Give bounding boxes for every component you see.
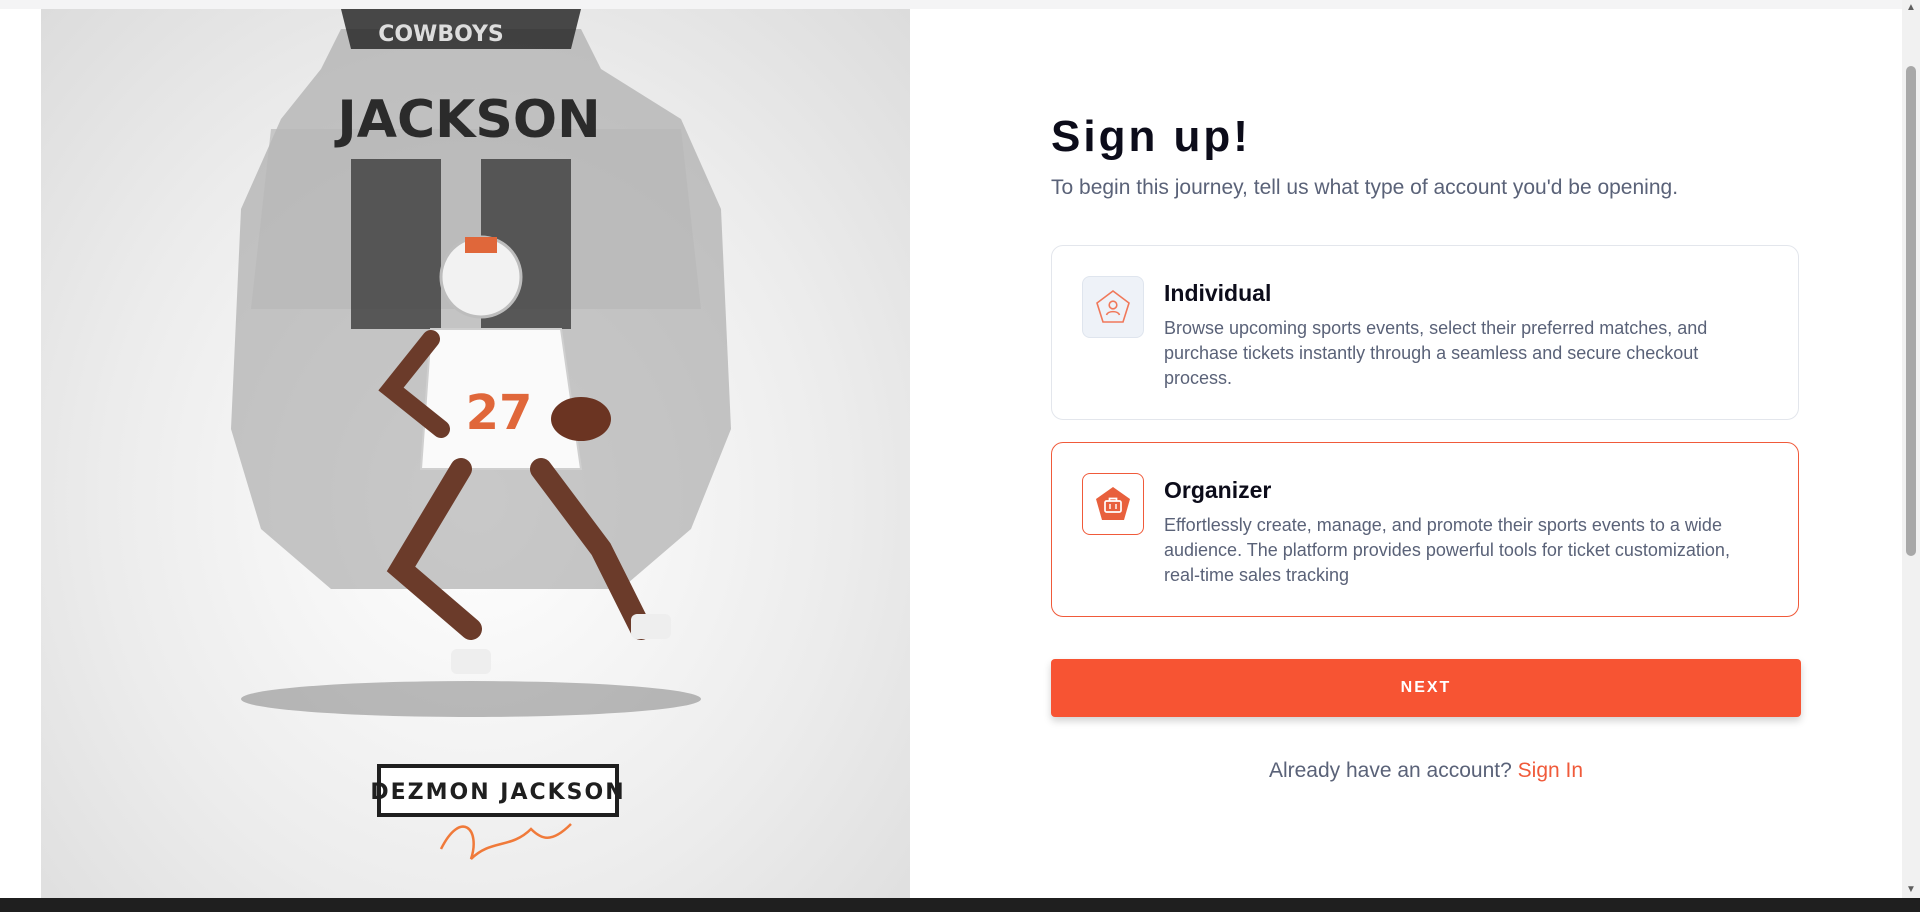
individual-description: Browse upcoming sports events, select th… <box>1164 318 1708 388</box>
hero-image: COWBOYS JACKSON 27 DEZMON JACKSON <box>41 9 910 898</box>
signin-link[interactable]: Sign In <box>1518 759 1583 782</box>
hero-name-plate: DEZMON JACKSON <box>370 780 625 805</box>
bottom-bar <box>0 898 1920 912</box>
individual-title: Individual <box>1164 280 1272 306</box>
next-button[interactable]: NEXT <box>1051 659 1801 717</box>
scroll-down-arrow-icon[interactable]: ▼ <box>1906 885 1916 895</box>
vertical-scrollbar[interactable]: ▲ ▼ <box>1902 0 1920 898</box>
hero-illustration: COWBOYS JACKSON 27 DEZMON JACKSON <box>231 9 731 860</box>
account-option-organizer[interactable]: Organizer Effortlessly create, manage, a… <box>1051 442 1799 617</box>
signature-mark <box>439 823 572 860</box>
hero-jersey-name: JACKSON <box>334 90 600 150</box>
scroll-up-arrow-icon[interactable]: ▲ <box>1906 3 1916 13</box>
scrollbar-thumb[interactable] <box>1906 66 1916 556</box>
account-option-individual[interactable]: Individual Browse upcoming sports events… <box>1051 245 1799 420</box>
individual-icon <box>1082 276 1144 338</box>
organizer-title: Organizer <box>1164 477 1272 503</box>
signin-prompt-line: Already have an account? Sign In <box>1051 759 1801 783</box>
organizer-description: Effortlessly create, manage, and promote… <box>1164 515 1730 585</box>
hero-helmet-text: COWBOYS <box>378 22 504 47</box>
briefcase-icon <box>1082 473 1144 535</box>
page-subtitle: To begin this journey, tell us what type… <box>1051 176 1679 199</box>
hero-jersey-number: 27 <box>466 385 533 441</box>
top-strip <box>0 0 1902 9</box>
signin-prompt: Already have an account? <box>1268 759 1512 782</box>
page-title: Sign up! <box>1051 112 1251 161</box>
